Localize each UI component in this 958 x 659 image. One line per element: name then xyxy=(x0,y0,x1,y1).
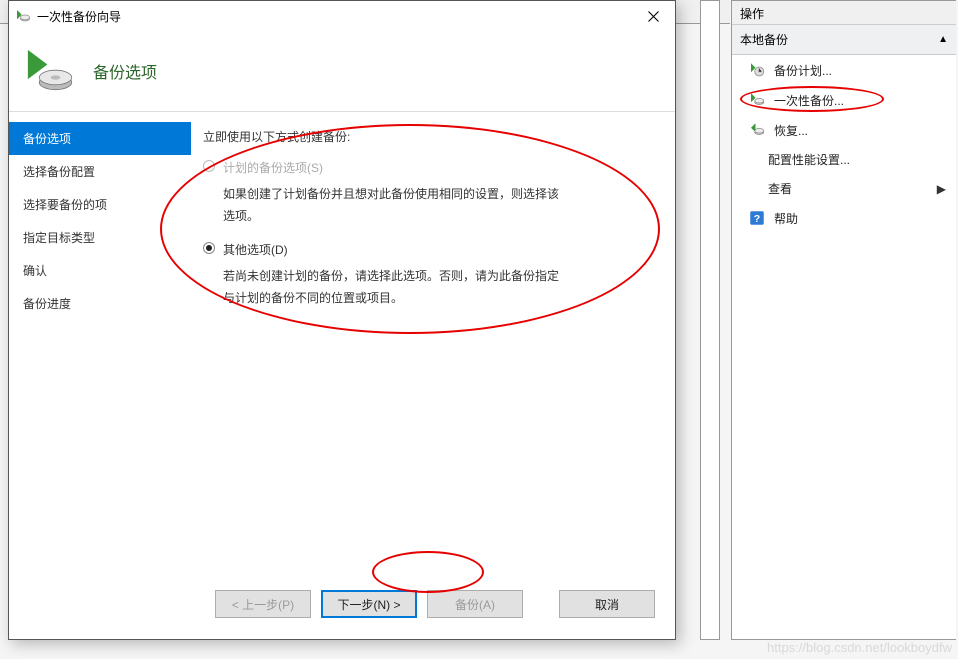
step-progress[interactable]: 备份进度 xyxy=(9,287,191,320)
chevron-right-icon: ▶ xyxy=(937,182,946,196)
backup-button: 备份(A) xyxy=(427,590,523,618)
step-select-items[interactable]: 选择要备份的项 xyxy=(9,188,191,221)
action-label: 配置性能设置... xyxy=(768,151,850,168)
actions-section-header[interactable]: 本地备份 ▲ xyxy=(732,25,956,55)
radio-planned-option: 计划的备份选项(S) xyxy=(203,159,647,176)
steps-list: 备份选项 选择备份配置 选择要备份的项 指定目标类型 确认 备份进度 xyxy=(9,112,191,569)
wizard-header-title: 备份选项 xyxy=(93,59,157,83)
help-icon: ? xyxy=(748,209,766,227)
wizard-header: 备份选项 xyxy=(9,31,675,111)
wizard-content: 立即使用以下方式创建备份: 计划的备份选项(S) 如果创建了计划备份并且想对此备… xyxy=(191,112,675,569)
title-text: 一次性备份向导 xyxy=(37,8,633,25)
action-backup-schedule[interactable]: 备份计划... xyxy=(732,55,956,85)
radio-other-option[interactable]: 其他选项(D) xyxy=(203,241,647,258)
next-button[interactable]: 下一步(N) > xyxy=(321,590,417,618)
actions-pane: 操作 本地备份 ▲ 备份计划... 一次性备份... 恢复... 配置性能设置.… xyxy=(731,0,956,640)
action-label: 备份计划... xyxy=(774,62,832,79)
cancel-button[interactable]: 取消 xyxy=(559,590,655,618)
action-label: 一次性备份... xyxy=(774,92,844,109)
backup-once-icon xyxy=(748,91,766,109)
action-label: 恢复... xyxy=(774,122,808,139)
radio-input-other[interactable] xyxy=(203,242,215,254)
recover-icon xyxy=(748,121,766,139)
bg-panel xyxy=(700,0,720,640)
titlebar: 一次性备份向导 xyxy=(9,1,675,31)
action-view[interactable]: 查看 ▶ xyxy=(732,174,956,203)
action-label: 查看 xyxy=(768,180,792,197)
action-perf-settings[interactable]: 配置性能设置... xyxy=(732,145,956,174)
svg-text:?: ? xyxy=(754,213,760,225)
actions-section-label: 本地备份 xyxy=(740,31,788,48)
step-confirm[interactable]: 确认 xyxy=(9,254,191,287)
app-icon xyxy=(15,8,31,24)
action-recover[interactable]: 恢复... xyxy=(732,115,956,145)
prev-button: < 上一步(P) xyxy=(215,590,311,618)
wizard-body: 备份选项 选择备份配置 选择要备份的项 指定目标类型 确认 备份进度 立即使用以… xyxy=(9,111,675,569)
wizard-dialog: 一次性备份向导 备份选项 备份选项 选择备份配置 选择要备份的项 指定目标类型 … xyxy=(8,0,676,640)
action-label: 帮助 xyxy=(774,210,798,227)
action-one-time-backup[interactable]: 一次性备份... xyxy=(732,85,956,115)
calendar-arrow-icon xyxy=(748,61,766,79)
wizard-footer: < 上一步(P) 下一步(N) > 备份(A) 取消 xyxy=(9,569,675,639)
close-button[interactable] xyxy=(633,2,673,30)
content-prompt: 立即使用以下方式创建备份: xyxy=(203,128,647,145)
radio-input-planned xyxy=(203,160,215,172)
collapse-icon: ▲ xyxy=(938,34,948,45)
backup-hero-icon xyxy=(23,45,75,97)
radio-label-other: 其他选项(D) xyxy=(223,241,288,258)
action-help[interactable]: ? 帮助 xyxy=(732,203,956,233)
radio-desc-other: 若尚未创建计划的备份，请选择此选项。否则，请为此备份指定与计划的备份不同的位置或… xyxy=(203,264,563,323)
actions-title: 操作 xyxy=(732,1,956,25)
radio-desc-planned: 如果创建了计划备份并且想对此备份使用相同的设置，则选择该选项。 xyxy=(203,182,563,241)
step-target-type[interactable]: 指定目标类型 xyxy=(9,221,191,254)
step-backup-options[interactable]: 备份选项 xyxy=(9,122,191,155)
step-select-config[interactable]: 选择备份配置 xyxy=(9,155,191,188)
radio-label-planned: 计划的备份选项(S) xyxy=(223,159,323,176)
